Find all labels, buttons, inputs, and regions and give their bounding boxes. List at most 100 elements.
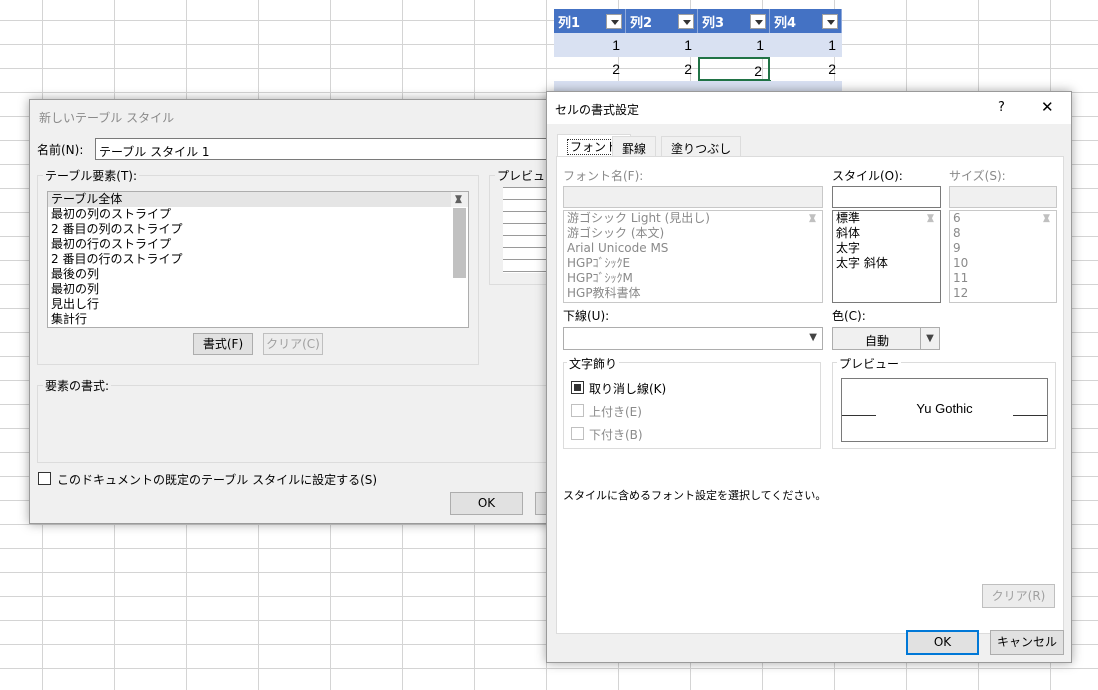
list-item[interactable]: 最初の列のストライプ — [48, 207, 468, 222]
color-value: 自動 — [865, 334, 890, 348]
column-header-label: 列2 — [630, 16, 653, 31]
font-name-label: フォント名(F): — [563, 169, 644, 183]
list-item[interactable]: テーブル全体 — [48, 192, 468, 207]
name-label: 名前(N): — [37, 143, 84, 157]
clear-button[interactable]: クリア(R) — [982, 584, 1055, 608]
default-style-checkbox[interactable] — [38, 472, 51, 485]
font-scrollbar[interactable]: ▲ ▼ — [805, 211, 822, 226]
strikethrough-checkbox[interactable] — [571, 381, 584, 394]
active-cell[interactable]: 2 — [698, 57, 770, 81]
list-item[interactable]: 見出し行 — [48, 297, 468, 312]
font-name-input[interactable] — [563, 186, 823, 208]
font-name-list[interactable]: 游ゴシック Light (見出し) 游ゴシック (本文) Arial Unico… — [563, 210, 823, 303]
list-item[interactable]: 10 — [950, 256, 1056, 271]
column-header-2[interactable]: 列2 — [626, 9, 698, 33]
list-item[interactable]: HGP教科書体 — [564, 286, 822, 301]
scroll-down-icon[interactable]: ▼ — [809, 213, 816, 223]
preview-text: Yu Gothic — [916, 401, 973, 416]
column-header-label: 列1 — [558, 16, 581, 31]
subscript-checkbox[interactable] — [571, 427, 584, 440]
strikethrough-label[interactable]: 取り消し線(K) — [589, 380, 666, 397]
table-cell[interactable]: 1 — [554, 33, 626, 57]
subscript-label[interactable]: 下付き(B) — [589, 426, 643, 443]
list-item[interactable]: 2 番目の行のストライプ — [48, 252, 468, 267]
help-icon[interactable]: ? — [998, 100, 1005, 115]
default-style-label[interactable]: このドキュメントの既定のテーブル スタイルに設定する(S) — [57, 471, 377, 488]
name-input-value: テーブル スタイル 1 — [99, 145, 210, 159]
table-cell[interactable]: 2 — [626, 57, 698, 81]
list-item[interactable]: HGPｺﾞｼｯｸE — [564, 256, 822, 271]
font-preview-box: Yu Gothic — [841, 378, 1048, 442]
elements-scrollbar[interactable]: ▲ ▼ — [451, 192, 468, 278]
size-list[interactable]: 6 8 9 10 11 12 ▲ ▼ — [949, 210, 1057, 303]
table-cell[interactable]: 2 — [770, 57, 842, 81]
list-item[interactable]: 集計行 — [48, 312, 468, 327]
tab-panel: フォント名(F): 游ゴシック Light (見出し) 游ゴシック (本文) A… — [556, 156, 1064, 634]
column-header-1[interactable]: 列1 — [554, 9, 626, 33]
list-item[interactable]: 12 — [950, 286, 1056, 301]
list-item[interactable]: 最初の列 — [48, 282, 468, 297]
name-input[interactable]: テーブル スタイル 1 — [95, 138, 565, 160]
cancel-button[interactable]: キャンセル — [990, 630, 1064, 655]
dialog-title: セルの書式設定 — [555, 103, 640, 117]
new-table-style-dialog: 新しいテーブル スタイル 名前(N): テーブル スタイル 1 テーブル要素(T… — [29, 99, 575, 524]
list-item[interactable]: 8 — [950, 226, 1056, 241]
list-item[interactable]: 游ゴシック Light (見出し) — [564, 211, 822, 226]
list-item[interactable]: 斜体 — [833, 226, 940, 241]
hint-text: スタイルに含めるフォント設定を選択してください。 — [563, 489, 827, 502]
style-list[interactable]: 標準 斜体 太字 太字 斜体 ▲ ▼ — [832, 210, 941, 303]
style-label: スタイル(O): — [832, 169, 903, 183]
column-header-4[interactable]: 列4 — [770, 9, 842, 33]
scroll-down-icon[interactable]: ▼ — [1043, 213, 1050, 223]
clear-button[interactable]: クリア(C) — [263, 333, 323, 355]
ok-button[interactable]: OK — [450, 492, 523, 515]
list-item[interactable]: 11 — [950, 271, 1056, 286]
scroll-thumb[interactable] — [453, 208, 466, 278]
elements-list[interactable]: テーブル全体 最初の列のストライプ 2 番目の列のストライプ 最初の行のストライ… — [47, 191, 469, 328]
format-button[interactable]: 書式(F) — [193, 333, 253, 355]
list-item[interactable]: 太字 — [833, 241, 940, 256]
size-input[interactable] — [949, 186, 1057, 208]
superscript-checkbox[interactable] — [571, 404, 584, 417]
superscript-label[interactable]: 上付き(E) — [589, 403, 642, 420]
element-format-label: 要素の書式: — [43, 377, 112, 394]
list-item[interactable]: HGPｺﾞｼｯｸM — [564, 271, 822, 286]
filter-dropdown-icon[interactable] — [750, 14, 766, 29]
dialog-title: 新しいテーブル スタイル — [39, 111, 175, 125]
element-format-group — [37, 385, 567, 463]
table-cell[interactable]: 1 — [626, 33, 698, 57]
list-item[interactable]: 最初の行のストライプ — [48, 237, 468, 252]
elements-label: テーブル要素(T): — [43, 167, 140, 184]
scroll-down-icon[interactable]: ▼ — [927, 213, 934, 223]
list-item[interactable]: 最後の列 — [48, 267, 468, 282]
list-item[interactable]: 游ゴシック (本文) — [564, 226, 822, 241]
table-cell[interactable]: 1 — [770, 33, 842, 57]
column-header-label: 列3 — [702, 16, 725, 31]
close-icon[interactable]: ✕ — [1041, 98, 1054, 116]
list-item[interactable]: 太字 斜体 — [833, 256, 940, 271]
tab-fill[interactable]: 塗りつぶし — [661, 136, 742, 158]
list-item[interactable]: 9 — [950, 241, 1056, 256]
underline-select[interactable]: ▼ — [563, 327, 823, 350]
table-cell[interactable]: 1 — [698, 33, 770, 57]
underline-label: 下線(U): — [563, 309, 610, 323]
list-item[interactable]: Arial Unicode MS — [564, 241, 822, 256]
ok-button[interactable]: OK — [906, 630, 979, 655]
size-scrollbar[interactable]: ▲ ▼ — [1039, 211, 1056, 226]
style-scrollbar[interactable]: ▲ ▼ — [923, 211, 940, 226]
list-item[interactable]: 2 番目の列のストライプ — [48, 222, 468, 237]
color-select[interactable]: 自動 ▼ — [832, 327, 940, 350]
format-cells-dialog: セルの書式設定 ? ✕ フォント 罫線 塗りつぶし フォント名(F): 游ゴシッ… — [546, 91, 1072, 663]
chevron-down-icon: ▼ — [809, 332, 817, 343]
column-header-label: 列4 — [774, 16, 797, 31]
column-header-3[interactable]: 列3 — [698, 9, 770, 33]
color-label: 色(C): — [832, 309, 866, 323]
filter-dropdown-icon[interactable] — [822, 14, 838, 29]
filter-dropdown-icon[interactable] — [678, 14, 694, 29]
filter-dropdown-icon[interactable] — [606, 14, 622, 29]
style-input[interactable] — [832, 186, 941, 208]
scroll-down-icon[interactable]: ▼ — [455, 194, 462, 204]
size-label: サイズ(S): — [949, 169, 1006, 183]
tab-border[interactable]: 罫線 — [612, 136, 657, 158]
table-cell[interactable]: 2 — [554, 57, 626, 81]
